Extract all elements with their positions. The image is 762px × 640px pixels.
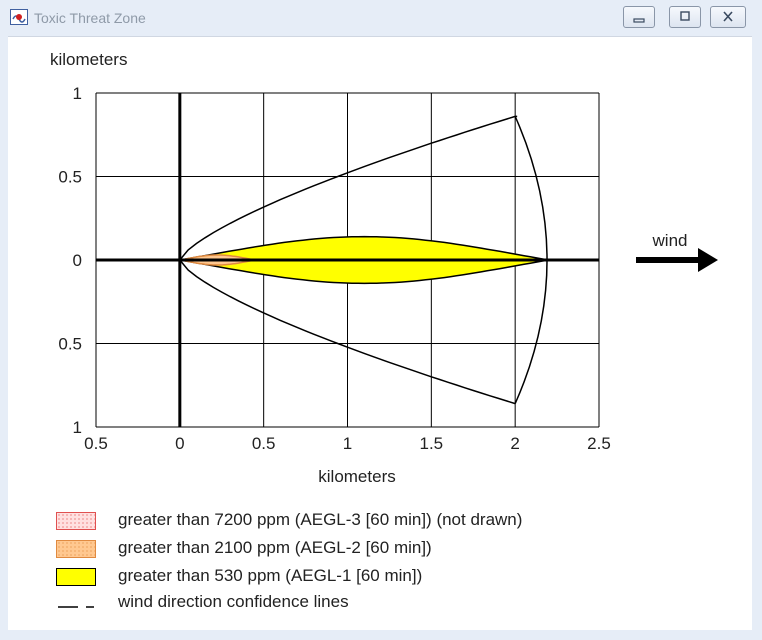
x-tick-label: 2	[510, 434, 519, 453]
x-tick-label: 1.5	[420, 434, 444, 453]
legend-label-confidence-lines: wind direction confidence lines	[118, 592, 349, 611]
legend-item-confidence-lines: wind direction confidence lines	[56, 592, 676, 614]
x-tick-label: 2.5	[587, 434, 611, 453]
wind-label: wind	[652, 231, 688, 250]
x-axis-label: kilometers	[318, 467, 395, 486]
x-tick-label: 0.5	[252, 434, 276, 453]
y-axis-label: kilometers	[50, 50, 127, 69]
y-tick-label: 0.5	[58, 335, 82, 354]
legend-label-aegl3: greater than 7200 ppm (AEGL-3 [60 min]) …	[118, 510, 523, 529]
x-tick-label: 1	[343, 434, 352, 453]
legend-item-aegl3: greater than 7200 ppm (AEGL-3 [60 min]) …	[56, 510, 676, 532]
legend-label-aegl2: greater than 2100 ppm (AEGL-2 [60 min])	[118, 538, 432, 557]
aegl1-swatch	[56, 568, 96, 586]
y-tick-label: 0	[73, 251, 82, 270]
x-tick-label: 0.5	[84, 434, 108, 453]
toxic-threat-zone-window: Toxic Threat Zone kilometers 0.5 0 0.5 1 1.5…	[0, 0, 762, 640]
aegl3-swatch	[56, 512, 96, 530]
legend-item-aegl1: greater than 530 ppm (AEGL-1 [60 min])	[56, 566, 676, 588]
y-tick-label: 1	[73, 418, 82, 437]
wind-arrow-icon	[636, 248, 718, 272]
dashed-line-icon	[58, 606, 94, 608]
legend-label-aegl1: greater than 530 ppm (AEGL-1 [60 min])	[118, 566, 423, 585]
y-tick-label: 1	[73, 84, 82, 103]
aegl2-swatch	[56, 540, 96, 558]
x-tick-label: 0	[175, 434, 184, 453]
legend-item-aegl2: greater than 2100 ppm (AEGL-2 [60 min])	[56, 538, 676, 560]
y-tick-label: 0.5	[58, 168, 82, 187]
